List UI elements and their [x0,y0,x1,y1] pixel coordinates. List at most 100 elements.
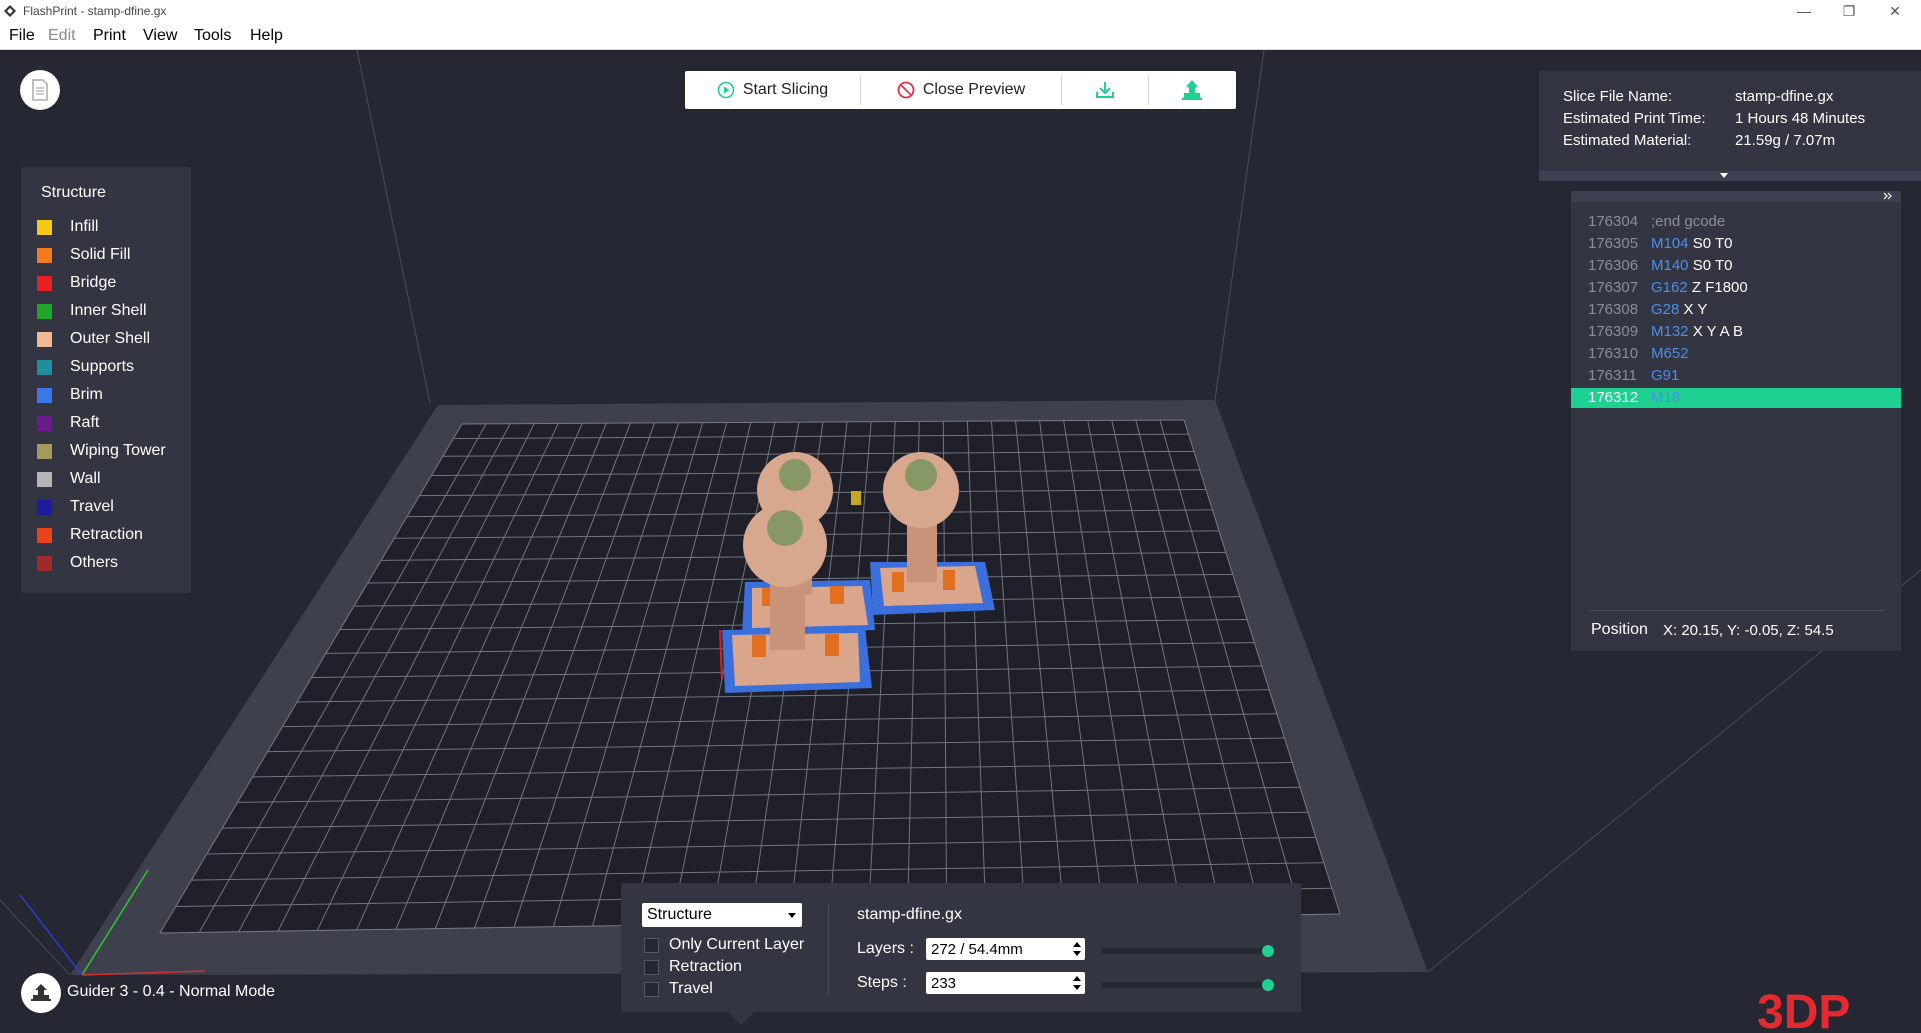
spin-arrows-icon[interactable] [1073,974,1081,992]
gcode-line[interactable]: 176305 M104 S0 T0 [1571,234,1901,254]
close-button[interactable]: ✕ [1872,0,1918,22]
preview-file-name: stamp-dfine.gx [857,906,962,923]
checkbox-box[interactable] [644,959,659,975]
gcode-command: M132 X Y A B [1651,323,1743,340]
download-icon [1096,82,1114,98]
legend-item: Bridge [37,273,116,293]
legend-label: Travel [70,498,114,515]
legend-item: Wall [37,469,101,489]
gcode-line[interactable]: 176308 G28 X Y [1571,300,1901,320]
position-value: X: 20.15, Y: -0.05, Z: 54.5 [1663,622,1834,639]
legend-swatch [37,247,52,263]
position-label: Position [1591,621,1648,638]
info-collapse-bar[interactable] [1539,171,1921,181]
legend-label: Wiping Tower [70,442,166,459]
gcode-command-code: M18 [1651,389,1681,406]
legend-item: Travel [37,497,114,517]
gcode-line[interactable]: 176312 M18 [1571,388,1901,408]
panel-pointer [727,1011,755,1025]
gcode-line-number: 176307 [1588,279,1639,296]
structure-legend: Structure Infill Solid Fill Bridge Inner Sh… [21,167,191,593]
gcode-line[interactable]: 176306 M140 S0 T0 [1571,256,1901,276]
layers-slider-handle[interactable] [1262,945,1274,957]
gcode-line-number: 176305 [1588,235,1639,252]
maximize-button[interactable]: ❐ [1826,0,1872,22]
gcode-line[interactable]: 176310 M652 [1571,344,1901,364]
layers-value: 272 / 54.4mm [931,941,1023,958]
only-current-layer-checkbox[interactable]: Only Current Layer [644,936,804,954]
legend-swatch [37,219,52,235]
legend-swatch [37,415,52,431]
gcode-command: M104 S0 T0 [1651,235,1732,252]
flashprint-logo-icon [4,5,16,17]
gcode-args: S0 T0 [1692,235,1733,252]
gcode-line-number: 176308 [1588,301,1639,318]
slice-info-panel: Slice File Name: stamp-dfine.gx Estimate… [1539,71,1921,181]
control-divider [828,905,829,995]
menu-tools[interactable]: Tools [194,27,231,45]
legend-swatch [37,499,52,515]
display-mode-value: Structure [647,906,712,923]
legend-item: Solid Fill [37,245,130,265]
gcode-command: M18 [1651,389,1680,406]
checkbox-box[interactable] [644,981,659,997]
document-button[interactable] [20,70,60,110]
travel-checkbox[interactable]: Travel [644,980,713,998]
layers-slider-track[interactable] [1101,945,1274,957]
gcode-line[interactable]: 176307 G162 Z F1800 [1571,278,1901,298]
steps-slider-track[interactable] [1101,979,1274,991]
print-time-value: 1 Hours 48 Minutes [1735,110,1866,127]
legend-label: Supports [70,358,135,375]
gcode-panel-topbar [1571,191,1901,202]
export-button[interactable] [1062,71,1148,109]
layers-spinbox[interactable]: 272 / 54.4mm [926,938,1085,960]
gcode-command-code: G162 [1651,279,1688,296]
gcode-command: G91 [1651,367,1679,384]
checkbox-box[interactable] [644,937,659,953]
legend-item: Infill [37,217,98,237]
close-preview-button[interactable]: Close Preview [861,71,1061,109]
legend-item: Inner Shell [37,301,147,321]
spin-arrows-icon[interactable] [1073,940,1081,958]
start-slicing-button[interactable]: Start Slicing [685,71,860,109]
legend-label: Retraction [70,526,143,543]
machine-button[interactable] [21,973,61,1013]
only-current-layer-label: Only Current Layer [669,936,805,953]
display-mode-select[interactable]: Structure [642,903,802,927]
printer-icon [31,984,51,1001]
gcode-line[interactable]: 176304 ;end gcode [1571,212,1901,232]
legend-swatch [37,387,52,403]
menu-help[interactable]: Help [250,27,283,45]
legend-label: Infill [70,218,99,235]
menu-file[interactable]: File [9,27,35,45]
legend-label: Brim [70,386,103,403]
legend-swatch [37,275,52,291]
steps-spinbox[interactable]: 233 [926,972,1085,994]
gcode-line-number: 176306 [1588,257,1639,274]
gcode-line[interactable]: 176309 M132 X Y A B [1571,322,1901,342]
legend-label: Others [70,554,119,571]
menu-view[interactable]: View [143,27,177,45]
legend-label: Raft [70,414,100,431]
no-entry-icon [897,81,915,99]
gcode-line[interactable]: 176311 G91 [1571,366,1901,386]
gcode-line-number: 176310 [1588,345,1639,362]
gcode-args: X Y [1683,301,1708,318]
retraction-checkbox[interactable]: Retraction [644,958,742,976]
print-send-button[interactable] [1149,71,1235,109]
menu-edit[interactable]: Edit [48,27,76,45]
legend-item: Wiping Tower [37,441,166,461]
menu-print[interactable]: Print [93,27,126,45]
gcode-line-number: 176311 [1588,367,1637,384]
gcode-command-code: G28 [1651,301,1680,318]
gcode-command-code: M652 [1651,345,1689,362]
layers-label: Layers : [857,940,914,957]
steps-slider-handle[interactable] [1262,979,1274,991]
gcode-line-number: 176304 [1588,213,1639,230]
gcode-command: M140 S0 T0 [1651,257,1732,274]
start-slicing-label: Start Slicing [742,81,829,98]
slice-file-name-label: Slice File Name: [1563,88,1673,105]
minimize-button[interactable]: — [1781,0,1827,22]
window-title: FlashPrint - stamp-dfine.gx [23,4,167,18]
double-chevron-right-icon[interactable] [1883,192,1893,200]
